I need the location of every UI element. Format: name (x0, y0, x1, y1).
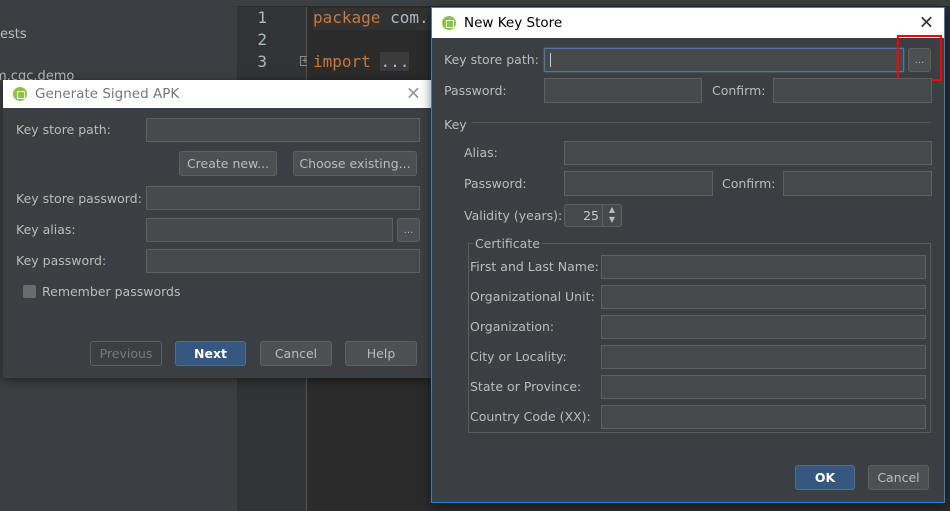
password-label: Password: (444, 83, 507, 98)
key-store-path-field[interactable] (544, 48, 904, 72)
code-keyword: import (313, 52, 371, 71)
new-key-store-dialog: New Key Store ✕ Key store path: ... Pass… (431, 7, 945, 503)
first-last-name-field[interactable] (601, 255, 926, 279)
line-number: 2 (257, 30, 267, 49)
key-store-path-field[interactable] (146, 118, 420, 142)
folded-imports[interactable]: ... (380, 52, 410, 71)
key-confirm-field[interactable] (783, 171, 932, 196)
organization-field[interactable] (601, 315, 926, 339)
key-password-label: Password: (464, 176, 527, 191)
city-field[interactable] (601, 345, 926, 369)
android-studio-icon (13, 87, 27, 101)
spinner-arrows-icon[interactable]: ▲ ▼ (602, 205, 621, 226)
line-number: 3 (257, 52, 267, 71)
password-field[interactable] (544, 78, 702, 103)
create-new-button[interactable]: Create new... (179, 151, 277, 176)
key-store-password-field[interactable] (146, 186, 420, 210)
code-text: com. (380, 8, 429, 27)
key-password-field[interactable] (564, 171, 713, 196)
key-password-label: Key password: (16, 253, 107, 268)
certificate-section-label: Certificate (473, 236, 542, 251)
dialog-title: New Key Store (464, 15, 563, 31)
choose-existing-button[interactable]: Choose existing... (293, 151, 417, 176)
country-code-field[interactable] (601, 405, 926, 429)
tree-item[interactable]: ests (0, 27, 27, 42)
key-alias-label: Key alias: (16, 222, 76, 237)
close-icon[interactable]: ✕ (406, 84, 421, 105)
validity-value: 25 (583, 208, 599, 223)
dialog-title-bar: New Key Store ✕ (432, 8, 944, 38)
state-field[interactable] (601, 375, 926, 399)
close-icon[interactable]: ✕ (919, 13, 934, 34)
organizational-unit-label: Organizational Unit: (470, 289, 595, 304)
cancel-button[interactable]: Cancel (260, 341, 332, 366)
cancel-button[interactable]: Cancel (868, 465, 929, 490)
key-confirm-label: Confirm: (722, 176, 776, 191)
organizational-unit-field[interactable] (601, 285, 926, 309)
key-store-password-label: Key store password: (16, 191, 142, 206)
country-code-label: Country Code (XX): (470, 409, 591, 424)
confirm-field[interactable] (773, 78, 932, 103)
key-store-path-label: Key store path: (444, 52, 539, 67)
ok-button[interactable]: OK (795, 465, 855, 490)
generate-signed-apk-dialog: Generate Signed APK ✕ Key store path: Cr… (3, 80, 431, 378)
help-button[interactable]: Help (345, 341, 417, 366)
key-section-label: Key (444, 117, 467, 132)
organization-label: Organization: (470, 319, 555, 334)
key-password-field[interactable] (146, 249, 420, 273)
first-last-name-label: First and Last Name: (470, 259, 599, 274)
key-store-path-label: Key store path: (16, 122, 111, 137)
previous-button[interactable]: Previous (90, 341, 162, 366)
highlight-box (897, 35, 942, 81)
dialog-title-bar: Generate Signed APK ✕ (3, 80, 431, 108)
browse-alias-button[interactable]: ... (397, 218, 420, 242)
text-cursor (550, 53, 551, 67)
remember-passwords-label[interactable]: Remember passwords (42, 284, 180, 299)
code-keyword: package (313, 8, 381, 27)
validity-label: Validity (years): (464, 208, 563, 223)
alias-field[interactable] (564, 141, 932, 165)
city-label: City or Locality: (470, 349, 567, 364)
validity-spinner[interactable]: 25 ▲ ▼ (564, 204, 622, 227)
divider (472, 122, 931, 123)
android-studio-icon (442, 16, 456, 30)
dialog-title: Generate Signed APK (35, 86, 180, 102)
state-label: State or Province: (470, 379, 582, 394)
alias-label: Alias: (464, 145, 498, 160)
next-button[interactable]: Next (175, 341, 246, 366)
remember-passwords-checkbox[interactable] (23, 285, 36, 298)
key-alias-field[interactable] (146, 218, 393, 242)
line-number: 1 (257, 8, 267, 27)
confirm-label: Confirm: (712, 83, 766, 98)
